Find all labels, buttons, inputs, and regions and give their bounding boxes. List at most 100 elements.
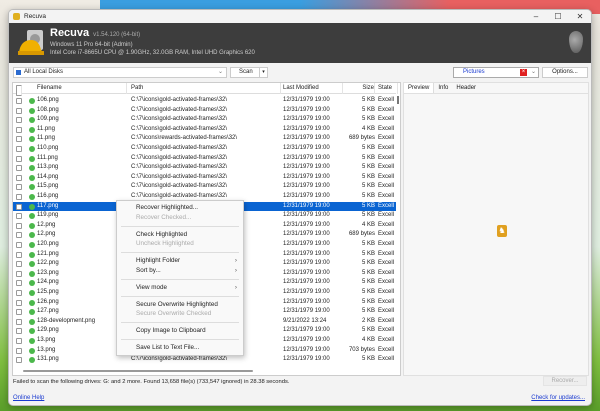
row-checkbox[interactable] [16,309,22,316]
row-checkbox[interactable] [16,251,22,258]
menu-item-secure-overwrite-highlighted[interactable]: Secure Overwrite Highlighted [117,300,243,310]
row-checkbox[interactable] [16,261,22,268]
menu-item-check-highlighted[interactable]: Check Highlighted [117,230,243,240]
menu-item-label: Check Highlighted [136,230,188,238]
cell-size: 5 KB [361,260,375,267]
row-checkbox[interactable] [16,155,22,162]
row-checkbox[interactable] [16,280,22,287]
row-checkbox[interactable] [16,107,22,114]
menu-item-save-list-to-text-file[interactable]: Save List to Text File... [117,343,243,353]
row-checkbox[interactable] [16,318,22,325]
table-row[interactable]: 114.png C:\7\icons\gold-activated-frames… [13,173,396,183]
row-checkbox[interactable] [16,328,22,335]
minimize-button[interactable]: – [525,10,547,23]
menu-item-label: Highlight Folder [136,257,181,265]
row-checkbox[interactable] [16,203,22,210]
row-checkbox[interactable] [16,174,22,181]
clear-filter-icon[interactable]: × [520,69,527,76]
tab-preview[interactable]: Preview [404,83,435,93]
menu-item-secure-overwrite-checked[interactable]: Secure Overwrite Checked [117,309,243,319]
select-all-checkbox[interactable] [16,85,22,96]
row-checkbox[interactable] [16,213,22,220]
cell-size: 5 KB [361,298,375,305]
menu-separator [121,278,239,280]
cell-size: 5 KB [361,327,375,334]
row-checkbox[interactable] [16,232,22,239]
cell-size: 2 KB [361,317,375,324]
cell-state: Excell [378,212,395,219]
table-row[interactable]: 131.png C:\7\icons\gold-activated-frames… [13,355,396,365]
tab-header[interactable]: Header [452,83,480,93]
filter-combo[interactable]: Pictures × ⌄ [453,67,539,78]
cell-state: Excell [378,97,395,103]
cell-state: Excell [378,260,395,267]
table-row[interactable]: 109.png C:\7\icons\gold-activated-frames… [13,115,396,125]
row-checkbox[interactable] [16,242,22,248]
table-row[interactable]: 110.png C:\7\icons\gold-activated-frames… [13,144,396,154]
horizontal-scrollbar[interactable] [23,370,253,372]
maximize-button[interactable]: ☐ [547,10,569,23]
chevron-down-icon: ⌄ [217,69,223,75]
cell-size: 5 KB [361,356,375,363]
cell-path: C:\7\icons\gold-activated-frames\32\ [131,173,228,180]
title-bar: Recuva – ☐ ✕ [9,10,591,23]
table-row[interactable]: 106.png C:\7\icons\gold-activated-frames… [13,96,396,106]
options-button[interactable]: Options... [542,67,588,78]
scan-button[interactable]: Scan ▾ [230,67,268,78]
menu-item-label: Sort by... [136,266,161,274]
cell-filename: 129.png [37,327,59,334]
state-indicator-icon [29,213,35,220]
row-checkbox[interactable] [16,222,22,229]
online-help-link[interactable]: Online Help [13,395,44,401]
table-row[interactable]: 11.png C:\7\icons\gold-activated-frames\… [13,125,396,135]
menu-item-highlight-folder[interactable]: Highlight Folder › [117,256,243,266]
table-row[interactable]: 113.png C:\7\icons\gold-activated-frames… [13,163,396,173]
tab-info[interactable]: Info [434,83,452,93]
cell-state: Excell [378,337,395,343]
drive-select[interactable]: All Local Disks ⌄ [13,67,227,78]
cell-size: 5 KB [361,173,375,180]
row-checkbox[interactable] [16,184,22,191]
column-state[interactable]: State [378,83,398,94]
row-checkbox[interactable] [16,146,22,152]
cell-size: 5 KB [361,289,375,295]
row-checkbox[interactable] [16,165,22,172]
menu-item-label: View mode [136,283,168,291]
table-row[interactable]: 11.png C:\7\icons\rewards-activated-fram… [13,134,396,144]
row-checkbox[interactable] [16,117,22,124]
scan-dropdown-button[interactable]: ▾ [259,68,267,77]
row-checkbox[interactable] [16,299,22,306]
row-checkbox[interactable] [16,347,22,354]
cell-path: C:\7\icons\gold-activated-frames\32\ [131,154,228,161]
menu-item-sort-by[interactable]: Sort by... › [117,266,243,276]
cell-path: C:\7\icons\gold-activated-frames\32\ [131,145,228,151]
cell-state: Excell [378,193,395,199]
close-button[interactable]: ✕ [569,10,591,23]
row-checkbox[interactable] [16,290,22,296]
table-row[interactable]: 115.png C:\7\icons\gold-activated-frames… [13,182,396,192]
menu-item-recover-checked[interactable]: Recover Checked... [117,213,243,223]
menu-item-view-mode[interactable]: View mode › [117,283,243,293]
menu-item-uncheck-highlighted[interactable]: Uncheck Highlighted [117,239,243,249]
table-row[interactable]: 111.png C:\7\icons\gold-activated-frames… [13,154,396,164]
row-checkbox[interactable] [16,357,22,364]
menu-item-recover-highlighted[interactable]: Recover Highlighted... [117,203,243,213]
chevron-down-icon[interactable]: ⌄ [531,68,536,77]
check-updates-link[interactable]: Check for updates... [531,395,585,401]
row-checkbox[interactable] [16,194,22,200]
row-checkbox[interactable] [16,270,22,277]
column-filename[interactable]: Filename [37,83,127,94]
row-checkbox[interactable] [16,136,22,143]
recover-button[interactable]: Recover... [543,376,587,386]
app-header: Recuva v1.54.120 (64-bit) Windows 11 Pro … [9,23,591,63]
cell-filename: 114.png [37,173,59,180]
cell-size: 5 KB [361,164,375,171]
row-checkbox[interactable] [16,126,22,133]
row-checkbox[interactable] [16,338,22,344]
row-checkbox[interactable] [16,98,22,104]
cell-filename: 111.png [37,154,58,161]
table-row[interactable]: 108.png C:\7\icons\gold-activated-frames… [13,106,396,116]
column-size[interactable]: Size [333,83,375,94]
menu-item-copy-image-to-clipboard[interactable]: Copy Image to Clipboard [117,326,243,336]
column-path[interactable]: Path [131,83,281,94]
